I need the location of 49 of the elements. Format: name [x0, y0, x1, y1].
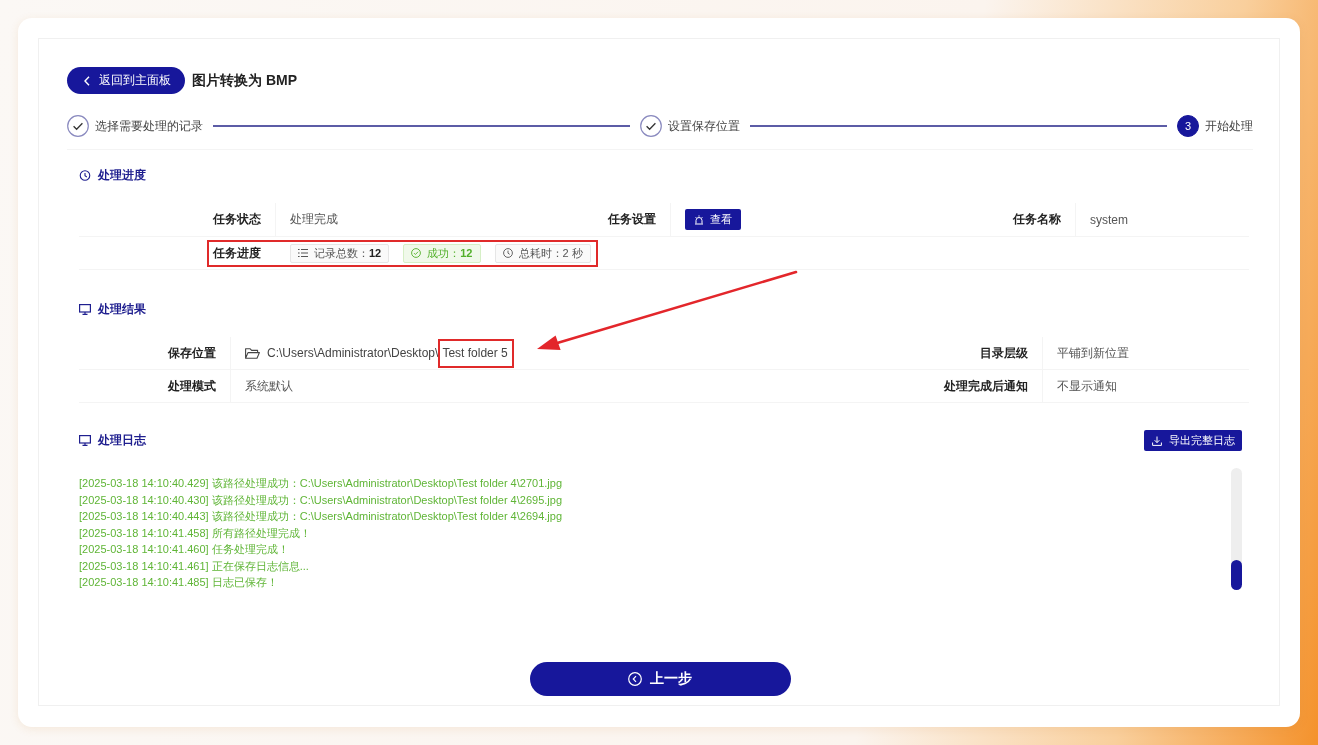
log-line: [2025-03-18 14:10:41.458] 所有路径处理完成！	[79, 525, 312, 541]
check-circle-icon	[411, 248, 422, 258]
log-line: [2025-03-18 14:10:41.460] 任务处理完成！	[79, 542, 290, 557]
field-value: system	[1090, 212, 1128, 227]
page-title: 图片转换为 BMP	[192, 71, 297, 90]
section-title: 处理结果	[98, 300, 146, 318]
section-title: 处理日志	[98, 432, 146, 449]
clock-icon	[502, 248, 513, 258]
previous-step-button[interactable]: 上一步	[529, 662, 791, 696]
step-number: 3	[1177, 115, 1199, 137]
monitor-icon	[79, 303, 91, 315]
field-label: 任务名称	[1013, 211, 1061, 228]
field-label: 任务设置	[608, 211, 656, 228]
field-label: 处理模式	[168, 377, 216, 395]
field-value: 平铺到新位置	[1057, 344, 1129, 362]
log-line: [2025-03-18 14:10:41.485] 日志已保存！	[79, 575, 279, 590]
step-label: 设置保存位置	[668, 117, 740, 135]
log-line: [2025-03-18 14:10:41.461] 正在保存日志信息...	[79, 558, 310, 574]
field-label: 目录层级	[980, 344, 1028, 362]
field-label: 任务状态	[213, 211, 261, 228]
export-log-button[interactable]: 导出完整日志	[1144, 430, 1242, 451]
stat-tag: 总耗时：2 秒	[494, 243, 591, 263]
download-icon	[1152, 435, 1162, 446]
chevron-left-icon	[84, 75, 90, 86]
step-label: 开始处理	[1205, 117, 1253, 135]
clock-icon	[79, 169, 91, 181]
field-label: 保存位置	[168, 344, 216, 362]
field-label: 处理完成后通知	[944, 377, 1028, 395]
save-path-text: C:\Users\Administrator\Desktop\ Test folder 5	[267, 338, 514, 368]
folder-icon	[245, 347, 260, 359]
list-icon	[298, 248, 308, 258]
monitor-icon	[79, 435, 91, 446]
log-line: [2025-03-18 14:10:40.429] 该路径处理成功：C:\Users\Administrator\Desktop\Test folder 4\2701.jpg	[79, 476, 562, 491]
back-circle-icon	[628, 672, 642, 686]
field-value: 不显示通知	[1057, 377, 1117, 395]
log-line: [2025-03-18 14:10:40.443] 该路径处理成功：C:\Users\Administrator\Desktop\Test folder 4\2694.jpg	[79, 509, 562, 524]
field-value: 处理完成	[290, 211, 338, 228]
section-title: 处理进度	[98, 166, 146, 184]
back-button[interactable]: 返回到主面板	[67, 67, 185, 94]
stat-tag: 记录总数：12	[290, 243, 390, 263]
field-value: 系统默认	[245, 377, 293, 395]
log-line: [2025-03-18 14:10:40.430] 该路径处理成功：C:\Users\Administrator\Desktop\Test folder 4\2695.jpg	[79, 492, 562, 508]
siren-icon	[694, 214, 704, 225]
step-label: 选择需要处理的记录	[95, 117, 203, 135]
scrollbar-thumb[interactable]	[1231, 560, 1242, 590]
view-button[interactable]: 查看	[685, 209, 741, 230]
scrollbar[interactable]	[1231, 468, 1242, 590]
stat-tag: 成功：12	[403, 243, 481, 263]
field-label: 任务进度	[213, 244, 261, 262]
